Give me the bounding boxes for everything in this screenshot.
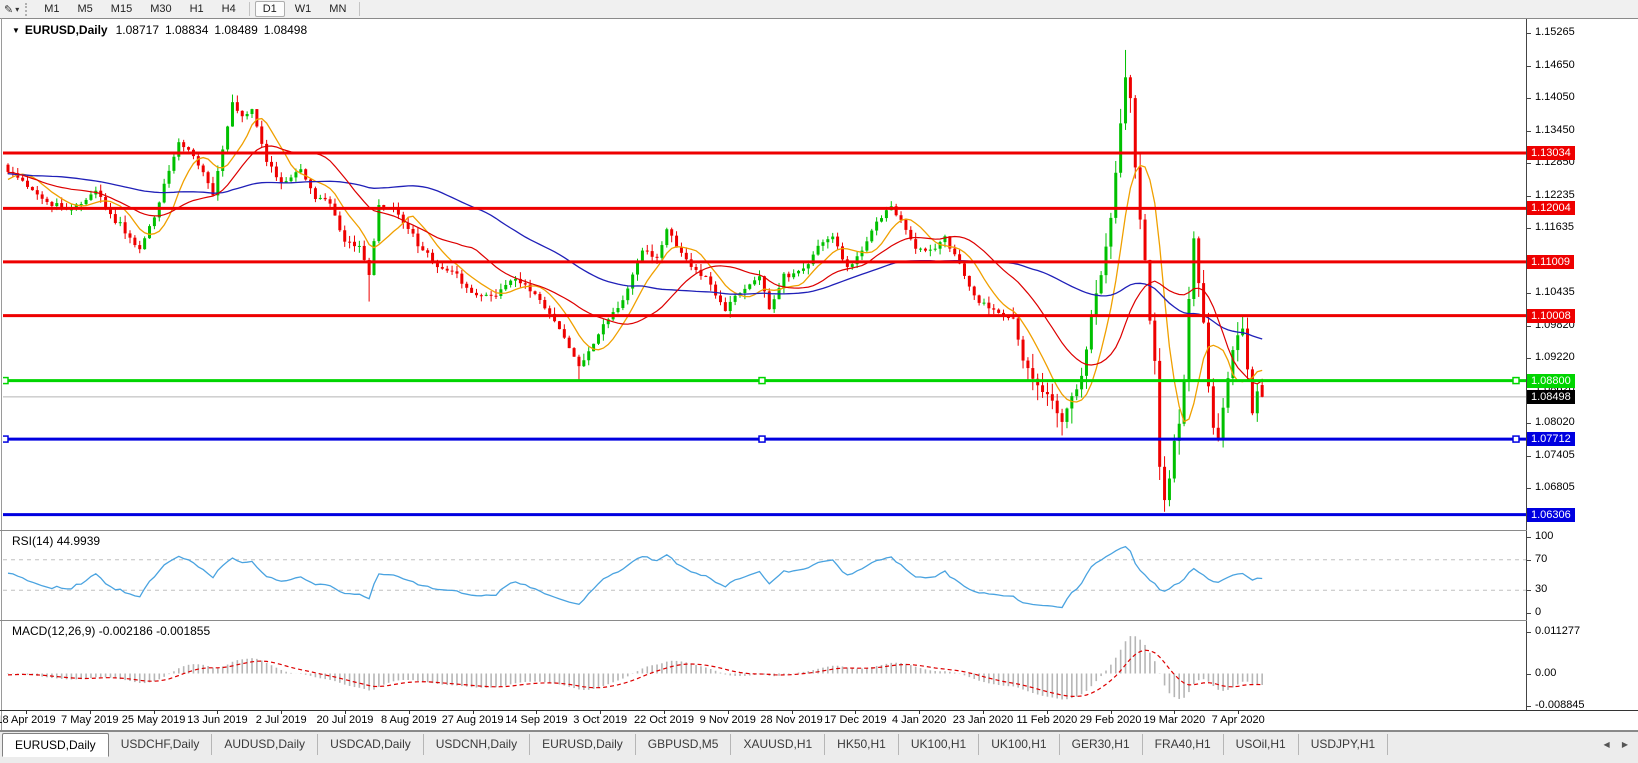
macd-tick-mark xyxy=(1526,632,1531,634)
macd-signal-value: -0.001855 xyxy=(156,624,211,638)
price-tick-mark xyxy=(1526,422,1531,424)
price-tick-label: 1.09220 xyxy=(1535,350,1575,363)
tab-scroll-left-icon[interactable]: ◀ xyxy=(1603,740,1609,749)
mt4-terminal: ✎ ▾ M1 M5 M15 M30 H1 H4 D1 W1 MN ▼ EURUSD,Daily 1.… xyxy=(0,0,1638,763)
price-line-tag: 1.06306 xyxy=(1527,507,1575,522)
tab-scroll-right-icon[interactable]: ▶ xyxy=(1622,740,1628,749)
rsi-tick-mark xyxy=(1526,537,1531,538)
rsi-tick-label: 0 xyxy=(1535,606,1542,618)
hline-handle[interactable] xyxy=(758,376,766,385)
chart-canvas[interactable] xyxy=(0,0,1638,763)
price-tick-mark xyxy=(1526,292,1531,294)
rsi-value: 44.9939 xyxy=(56,534,101,548)
price-tick-mark xyxy=(1526,66,1531,68)
macd-tick-label: 0.00 xyxy=(1535,666,1557,679)
chart-symbol-label: EURUSD,Daily xyxy=(24,23,108,37)
macd-label: MACD(12,26,9) -0.002186 -0.001855 xyxy=(12,624,211,638)
price-line-tag: 1.07712 xyxy=(1527,432,1575,447)
rsi-label: RSI(14) 44.9939 xyxy=(12,534,101,548)
price-tick-mark xyxy=(1526,130,1531,132)
rsi-tick-label: 70 xyxy=(1535,552,1548,565)
rsi-tick-mark xyxy=(1526,559,1531,561)
chart-collapse-icon[interactable]: ▼ xyxy=(12,26,20,35)
rsi-tick-mark xyxy=(1526,613,1531,614)
price-tick-mark xyxy=(1526,455,1531,457)
price-tick-label: 1.13450 xyxy=(1535,123,1575,136)
price-tick-mark xyxy=(1526,33,1531,34)
price-line-tag: 1.11009 xyxy=(1527,254,1574,269)
price-line-tag: 1.13034 xyxy=(1527,145,1575,160)
hline-handle[interactable] xyxy=(2,376,9,385)
hline-handle[interactable] xyxy=(1512,435,1520,443)
price-tick-label: 1.15265 xyxy=(1535,26,1575,38)
ohlc-close: 1.08498 xyxy=(263,23,308,37)
hline-handle[interactable] xyxy=(1512,376,1520,385)
price-tick-label: 1.08020 xyxy=(1535,415,1575,428)
hline-handle[interactable] xyxy=(2,435,9,443)
price-tick-label: 1.11635 xyxy=(1535,221,1574,234)
rsi-tick-mark xyxy=(1526,590,1531,592)
price-tick-label: 1.07405 xyxy=(1535,448,1575,461)
price-line-tag: 1.10008 xyxy=(1527,308,1575,323)
price-tick-mark xyxy=(1526,357,1531,359)
price-tick-mark xyxy=(1526,228,1531,230)
price-tick-label: 1.06805 xyxy=(1535,480,1575,493)
macd-tick-label: -0.008845 xyxy=(1535,699,1585,711)
price-tick-mark xyxy=(1526,325,1531,327)
macd-tick-label: 0.011277 xyxy=(1535,625,1581,638)
ohlc-open: 1.08717 xyxy=(115,23,159,37)
bid-price-tag: 1.08498 xyxy=(1527,389,1575,404)
hline-handle[interactable] xyxy=(758,435,766,443)
price-line-tag: 1.08800 xyxy=(1527,373,1575,388)
price-tick-label: 1.12235 xyxy=(1535,188,1575,201)
ohlc-low: 1.08489 xyxy=(214,23,258,37)
rsi-tick-label: 30 xyxy=(1535,583,1548,596)
ohlc-high: 1.08834 xyxy=(165,23,209,37)
rsi-tick-label: 100 xyxy=(1535,530,1554,542)
price-tick-mark xyxy=(1526,195,1531,197)
tab-scroll-arrows: ◀ ▶ xyxy=(1593,740,1628,749)
macd-tick-mark xyxy=(1526,673,1531,675)
chart-title: ▼ EURUSD,Daily 1.08717 1.08834 1.08489 1.0849… xyxy=(12,23,313,37)
price-tick-mark xyxy=(1526,487,1531,489)
price-tick-label: 1.14650 xyxy=(1535,59,1575,72)
price-tick-mark xyxy=(1526,98,1531,100)
price-tick-label: 1.14050 xyxy=(1535,91,1575,104)
price-tick-label: 1.10435 xyxy=(1535,285,1575,298)
macd-value: -0.002186 xyxy=(98,624,153,638)
macd-tick-mark xyxy=(1526,706,1531,707)
price-tick-mark xyxy=(1526,162,1531,164)
price-line-tag: 1.12004 xyxy=(1527,201,1575,216)
